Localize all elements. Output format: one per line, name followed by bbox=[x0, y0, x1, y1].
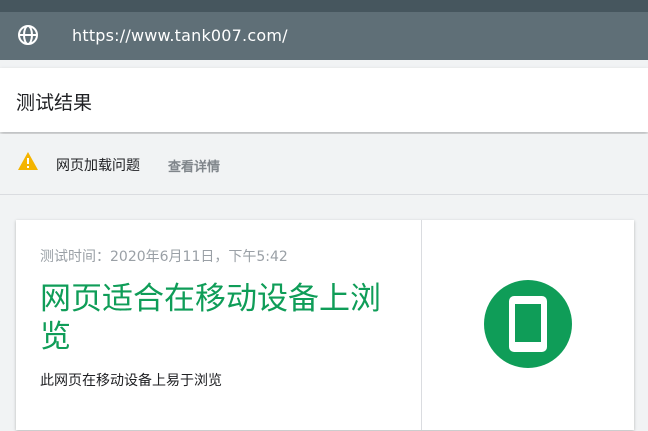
url-text[interactable]: https://www.tank007.com/ bbox=[72, 26, 288, 45]
view-details-link[interactable]: 查看详情 bbox=[168, 156, 220, 175]
page-header: 测试结果 bbox=[0, 68, 648, 132]
address-bar[interactable]: https://www.tank007.com/ bbox=[0, 12, 648, 60]
page-loading-issue-row[interactable]: 网页加载问题 查看详情 bbox=[0, 134, 648, 195]
mobile-friendly-result-card: 测试时间：2020年6月11日，下午5:42 网页适合在移动设备上浏览 此网页在… bbox=[16, 220, 634, 430]
issue-label: 网页加载问题 bbox=[56, 158, 140, 174]
browser-top-strip bbox=[0, 0, 648, 12]
result-summary: 测试时间：2020年6月11日，下午5:42 网页适合在移动设备上浏览 此网页在… bbox=[16, 220, 421, 430]
result-title: 网页适合在移动设备上浏览 bbox=[40, 281, 381, 355]
mobile-friendly-badge bbox=[484, 280, 572, 368]
card-divider bbox=[421, 220, 422, 430]
mobile-phone-icon bbox=[509, 296, 547, 352]
test-time: 测试时间：2020年6月11日，下午5:42 bbox=[40, 249, 288, 265]
warning-icon bbox=[18, 152, 38, 170]
result-description: 此网页在移动设备上易于浏览 bbox=[40, 373, 222, 389]
globe-icon bbox=[18, 25, 38, 45]
page-title: 测试结果 bbox=[16, 92, 93, 114]
